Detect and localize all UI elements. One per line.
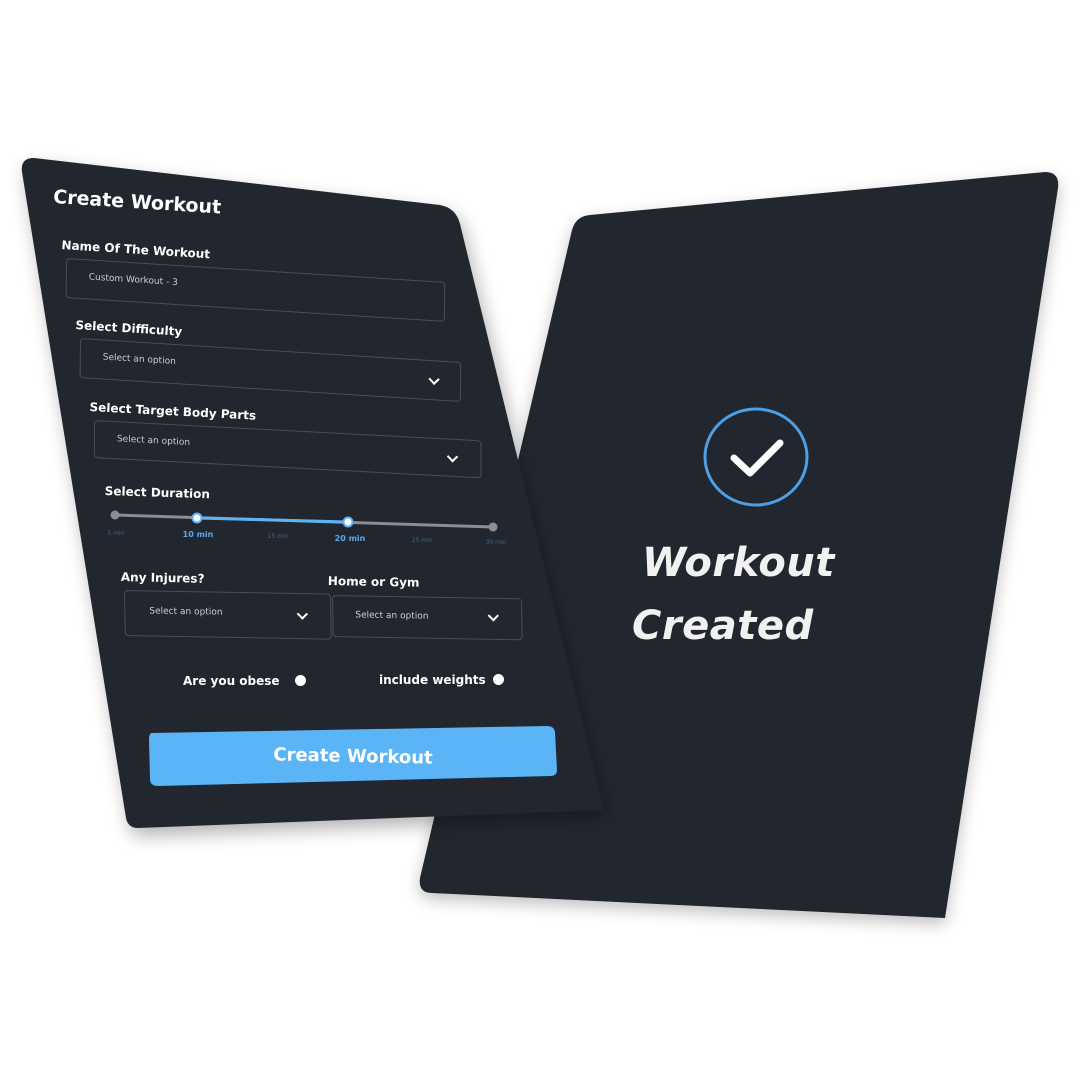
duration-tick-label: 30 min xyxy=(485,539,507,546)
chevron-down-icon xyxy=(487,610,499,622)
duration-tick-labels: 5 min 10 min 15 min 20 min 25 min 30 min xyxy=(107,508,508,548)
injuries-select[interactable]: Select an option xyxy=(124,590,332,640)
duration-tick-label: 25 min xyxy=(411,537,433,544)
obese-toggle[interactable] xyxy=(295,675,306,686)
chevron-down-icon xyxy=(428,373,440,385)
difficulty-value: Select an option xyxy=(102,352,176,368)
duration-tick-label: 10 min xyxy=(182,530,214,539)
injuries-value: Select an option xyxy=(149,606,223,618)
workout-name-value: Custom Workout - 3 xyxy=(88,272,178,289)
duration-tick-label: 5 min xyxy=(107,530,125,537)
weights-toggle[interactable] xyxy=(493,674,504,685)
obese-toggle-label: Are you obese xyxy=(183,674,280,688)
home-gym-select[interactable]: Select an option xyxy=(332,595,523,641)
create-workout-button-label: Create Workout xyxy=(273,743,433,769)
injuries-label: Any Injures? xyxy=(120,570,205,586)
create-workout-button[interactable]: Create Workout xyxy=(148,727,558,785)
chevron-down-icon xyxy=(446,451,459,463)
duration-tick-label: 20 min xyxy=(334,534,366,543)
mockup-stage: Workout Created Create Workout Name Of T… xyxy=(0,0,1080,1080)
create-workout-card: Create Workout Name Of The Workout Custo… xyxy=(0,0,1080,1080)
home-gym-label: Home or Gym xyxy=(327,574,420,590)
home-gym-value: Select an option xyxy=(355,610,429,622)
body-parts-value: Select an option xyxy=(116,434,191,449)
duration-tick-label: 15 min xyxy=(267,533,289,540)
chevron-down-icon xyxy=(296,608,308,620)
weights-toggle-label: include weights xyxy=(379,673,486,687)
